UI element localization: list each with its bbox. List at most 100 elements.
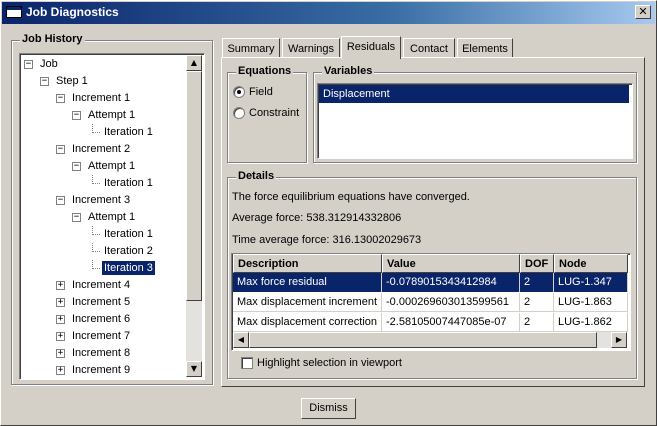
table-cell-description[interactable]: Max force residual	[233, 273, 382, 292]
constraint-radio-label[interactable]: Constraint	[249, 107, 299, 119]
tree-connector	[92, 183, 100, 184]
tree-node[interactable]: Attempt 1	[86, 158, 137, 175]
tree-connector	[92, 268, 100, 269]
job-history-tree[interactable]: ▲ ▼ Job − Step 1− Increment 1− Attempt 1− Ite…	[19, 53, 205, 380]
dismiss-button[interactable]: Dismiss	[301, 398, 356, 419]
tree-node[interactable]: Increment 6	[70, 311, 132, 328]
collapse-icon[interactable]: −	[72, 213, 81, 222]
tree-node-label: Iteration 1	[104, 126, 153, 138]
collapse-icon[interactable]: −	[56, 196, 65, 205]
scroll-up-button[interactable]: ▲	[186, 55, 202, 71]
collapse-icon[interactable]: −	[56, 145, 65, 154]
tree-node[interactable]: Increment 8	[70, 345, 132, 362]
tree-node[interactable]: Increment 4	[70, 277, 132, 294]
table-cell-description[interactable]: Max displacement increment	[233, 293, 382, 312]
tree-node[interactable]: Increment 3	[70, 192, 132, 209]
tree-node[interactable]: Increment 7	[70, 328, 132, 345]
tree-node-label: Increment 3	[72, 194, 131, 206]
tree-node-label: Increment 7	[72, 330, 131, 342]
expand-icon[interactable]: +	[56, 315, 65, 324]
close-button[interactable]: ✕	[635, 5, 651, 19]
table-cell-dof[interactable]: 2	[520, 293, 554, 312]
tree-node[interactable]: Iteration 1	[102, 226, 155, 243]
scroll-down-button[interactable]: ▼	[186, 361, 202, 377]
field-radio-label[interactable]: Field	[249, 86, 273, 98]
scroll-right-button[interactable]: ▶	[611, 332, 627, 348]
constraint-radio[interactable]	[233, 107, 245, 119]
table-cell-value[interactable]: -0.0789015343412984	[382, 273, 520, 292]
tree-node-label: Attempt 1	[88, 160, 136, 172]
tree-node[interactable]: Increment 2	[70, 141, 132, 158]
tab-contact[interactable]: Contact	[403, 38, 455, 58]
highlight-checkbox-label[interactable]: Highlight selection in viewport	[257, 357, 402, 369]
tab-residuals[interactable]: Residuals	[341, 36, 401, 59]
table-cell-dof[interactable]: 2	[520, 273, 554, 292]
tree-node-label: Iteration 3	[102, 261, 155, 275]
table-h-scrollbar[interactable]: ◀ ▶	[233, 332, 627, 348]
collapse-icon[interactable]: −	[40, 77, 49, 86]
tree-node[interactable]: Increment 9	[70, 362, 132, 379]
tree-connector	[92, 226, 93, 235]
window-title: Job Diagnostics	[26, 5, 119, 19]
h-scroll-thumb[interactable]	[249, 332, 597, 348]
table-cell-node[interactable]: LUG-1.862	[554, 313, 628, 332]
column-header-dof[interactable]: DOF	[520, 254, 554, 273]
tree-node[interactable]: Attempt 1	[86, 107, 137, 124]
highlight-checkbox[interactable]	[241, 357, 253, 369]
tree-node-label: Attempt 1	[88, 109, 136, 121]
tree-node[interactable]: Iteration 1	[102, 124, 155, 141]
expand-icon[interactable]: +	[56, 281, 65, 290]
tab-warnings[interactable]: Warnings	[282, 38, 340, 58]
tree-node-label: Step 1	[56, 75, 88, 87]
expand-icon[interactable]: +	[56, 366, 65, 375]
scroll-left-button[interactable]: ◀	[233, 332, 249, 348]
tree-connector	[92, 124, 93, 133]
variables-list-item[interactable]: Displacement	[319, 85, 629, 103]
variables-list[interactable]: Displacement	[317, 83, 633, 159]
title-bar[interactable]: Job Diagnostics	[2, 2, 655, 24]
tree-node[interactable]: Iteration 3	[102, 260, 155, 277]
tree-node[interactable]: Increment 1	[70, 90, 132, 107]
field-radio[interactable]	[233, 86, 245, 98]
residuals-table[interactable]: Description Value DOF Node Max force res…	[231, 253, 631, 351]
tab-elements[interactable]: Elements	[457, 38, 513, 58]
tree-node[interactable]: Step 1	[54, 73, 90, 90]
tree-node[interactable]: Attempt 1	[86, 209, 137, 226]
window-icon	[6, 6, 22, 18]
collapse-icon[interactable]: −	[56, 94, 65, 103]
column-header-description[interactable]: Description	[233, 254, 382, 273]
tree-connector	[92, 132, 100, 133]
table-cell-node[interactable]: LUG-1.347	[554, 273, 628, 292]
table-cell-description[interactable]: Max displacement correction	[233, 313, 382, 332]
expand-icon[interactable]: +	[56, 349, 65, 358]
tree-connector	[92, 251, 100, 252]
table-cell-node[interactable]: LUG-1.863	[554, 293, 628, 312]
scroll-thumb[interactable]	[186, 71, 202, 301]
tree-node-label: Job	[40, 58, 58, 70]
table-cell-value[interactable]: -2.58105007447085e-07	[382, 313, 520, 332]
tree-connector	[92, 175, 93, 184]
tree-node-label: Iteration 2	[104, 245, 153, 257]
column-header-node[interactable]: Node	[554, 254, 628, 273]
collapse-icon[interactable]: −	[24, 60, 33, 69]
tree-node[interactable]: Iteration 2	[102, 243, 155, 260]
collapse-icon[interactable]: −	[72, 111, 81, 120]
tree-node[interactable]: Increment 5	[70, 294, 132, 311]
tree-node[interactable]: Iteration 1	[102, 175, 155, 192]
tree-node-label: Increment 6	[72, 313, 131, 325]
column-header-value[interactable]: Value	[382, 254, 520, 273]
table-cell-dof[interactable]: 2	[520, 313, 554, 332]
tree-scrollbar[interactable]: ▲ ▼	[186, 55, 202, 377]
tree-connector	[92, 260, 93, 269]
tree-node-label: Increment 5	[72, 296, 131, 308]
tree-node-label: Iteration 1	[104, 228, 153, 240]
expand-icon[interactable]: +	[56, 332, 65, 341]
expand-icon[interactable]: +	[56, 298, 65, 307]
convergence-message: The force equilibrium equations have con…	[232, 191, 470, 203]
tree-node[interactable]: Job	[38, 56, 60, 73]
job-diagnostics-window: Job Diagnostics ✕ Job History ▲ ▼ Job − St…	[0, 0, 657, 426]
table-cell-value[interactable]: -0.000269603013599561	[382, 293, 520, 312]
collapse-icon[interactable]: −	[72, 162, 81, 171]
tab-summary[interactable]: Summary	[222, 38, 280, 58]
tree-node-label: Increment 9	[72, 364, 131, 376]
